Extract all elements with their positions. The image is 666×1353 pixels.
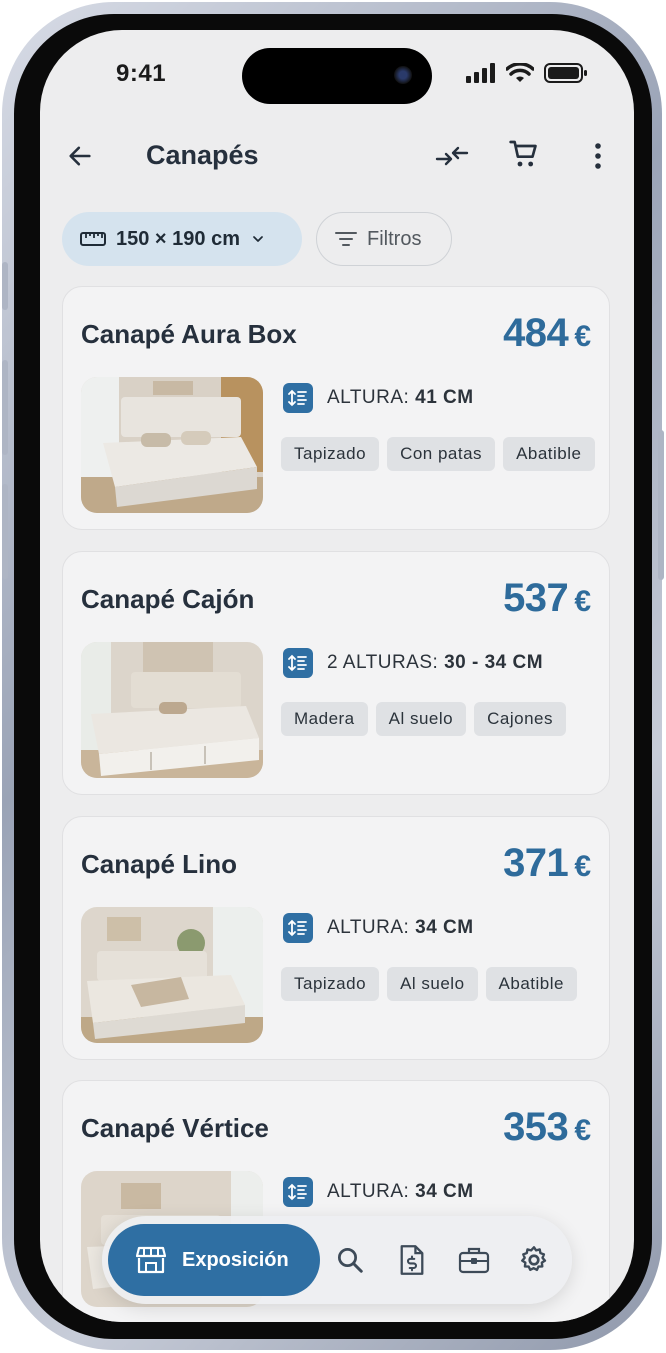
storefront-icon	[136, 1246, 166, 1274]
product-name: Canapé Aura Box	[81, 319, 297, 349]
battery-icon	[544, 63, 587, 83]
spec-value: 30 - 34 CM	[444, 652, 544, 673]
page-title: Canapés	[146, 140, 259, 170]
tag-list: Tapizado Al suelo Abatible	[281, 967, 601, 1001]
screen: 9:41 Canapés 150 × 190 cm Filtros Canapé…	[40, 30, 634, 1322]
compare-arrows-icon	[435, 146, 469, 166]
price-currency: €	[574, 850, 591, 883]
filters-label: Filtros	[367, 227, 422, 250]
spec-value: 41 CM	[415, 387, 474, 408]
nav-toolbox[interactable]	[454, 1240, 494, 1280]
tag: Al suelo	[387, 967, 478, 1001]
product-price: 353 €	[503, 1105, 591, 1150]
volume-up-button	[2, 360, 8, 455]
product-card[interactable]: Canapé Cajón 537 € 2 ALTURAS: 30 - 34 CM …	[62, 551, 610, 795]
size-filter-chip[interactable]: 150 × 190 cm	[62, 212, 302, 266]
price-currency: €	[574, 585, 591, 618]
nav-exposicion[interactable]: Exposición	[108, 1224, 320, 1296]
status-time: 9:41	[116, 60, 167, 87]
spec-value: 34 CM	[415, 1181, 474, 1202]
gear-icon	[521, 1246, 547, 1272]
tag: Madera	[281, 702, 368, 736]
app-bar: Canapés	[40, 130, 634, 186]
tag-list: Tapizado Con patas Abatible	[281, 437, 601, 471]
tag: Al suelo	[375, 702, 467, 736]
spec-prefix: 2 ALTURAS:	[327, 652, 439, 673]
price-value: 371	[503, 841, 569, 885]
height-icon	[283, 913, 313, 943]
height-icon	[283, 648, 313, 678]
product-image	[81, 642, 263, 778]
product-price: 537 €	[503, 576, 591, 621]
nav-search[interactable]	[330, 1240, 370, 1280]
tag: Con patas	[387, 437, 496, 471]
dynamic-island	[242, 48, 432, 104]
ruler-icon	[80, 232, 106, 246]
bottom-navigation: Exposición	[102, 1216, 572, 1304]
price-currency: €	[574, 1114, 591, 1147]
more-vert-icon	[595, 143, 601, 169]
product-name: Canapé Lino	[81, 849, 238, 879]
filters-chip[interactable]: Filtros	[316, 212, 452, 266]
price-value: 537	[503, 576, 569, 620]
camera-icon	[394, 66, 412, 84]
height-icon	[283, 383, 313, 413]
power-button	[658, 430, 664, 580]
more-menu-button[interactable]	[578, 136, 618, 176]
tag-list: Madera Al suelo Cajones	[281, 702, 601, 736]
height-spec: ALTURA: 34 CM	[283, 913, 474, 943]
side-button	[2, 262, 8, 310]
filter-icon	[335, 232, 357, 246]
tag: Tapizado	[281, 967, 380, 1001]
price-value: 484	[503, 311, 569, 355]
product-card[interactable]: Canapé Lino 371 € ALTURA: 34 CM Tapizado …	[62, 816, 610, 1060]
spec-prefix: ALTURA:	[327, 387, 410, 408]
volume-down-button	[2, 484, 8, 579]
back-button[interactable]	[60, 136, 100, 176]
arrow-left-icon	[69, 146, 91, 166]
spec-prefix: ALTURA:	[327, 1181, 410, 1202]
height-icon	[283, 1177, 313, 1207]
size-filter-label: 150 × 190 cm	[116, 227, 240, 250]
spec-prefix: ALTURA:	[327, 917, 410, 938]
product-card[interactable]: Canapé Aura Box 484 € ALTURA: 41 CM Tapiz…	[62, 286, 610, 530]
signal-icon	[466, 63, 495, 83]
tag: Abatible	[485, 967, 577, 1001]
product-name: Canapé Vértice	[81, 1113, 269, 1143]
invoice-dollar-icon	[400, 1245, 424, 1275]
tag: Cajones	[474, 702, 566, 736]
shopping-cart-icon	[509, 140, 537, 167]
toolbox-icon	[458, 1247, 490, 1274]
height-spec: ALTURA: 41 CM	[283, 383, 474, 413]
nav-quote[interactable]	[392, 1240, 432, 1280]
nav-active-label: Exposición	[182, 1248, 289, 1271]
product-name: Canapé Cajón	[81, 584, 255, 614]
product-price: 484 €	[503, 311, 591, 356]
chevron-down-icon	[253, 236, 263, 242]
price-currency: €	[574, 320, 591, 353]
tag: Tapizado	[281, 437, 380, 471]
spec-value: 34 CM	[415, 917, 474, 938]
product-image	[81, 907, 263, 1043]
tag: Abatible	[503, 437, 595, 471]
wifi-icon	[506, 63, 534, 82]
price-value: 353	[503, 1105, 569, 1149]
cart-button[interactable]	[504, 134, 544, 174]
height-spec: 2 ALTURAS: 30 - 34 CM	[283, 648, 543, 678]
status-bar: 9:41	[40, 30, 634, 120]
compare-button[interactable]	[432, 136, 472, 176]
product-image	[81, 377, 263, 513]
product-price: 371 €	[503, 841, 591, 886]
nav-settings[interactable]	[514, 1240, 554, 1280]
height-spec: ALTURA: 34 CM	[283, 1177, 474, 1207]
status-icons	[466, 62, 588, 84]
search-icon	[338, 1248, 363, 1273]
